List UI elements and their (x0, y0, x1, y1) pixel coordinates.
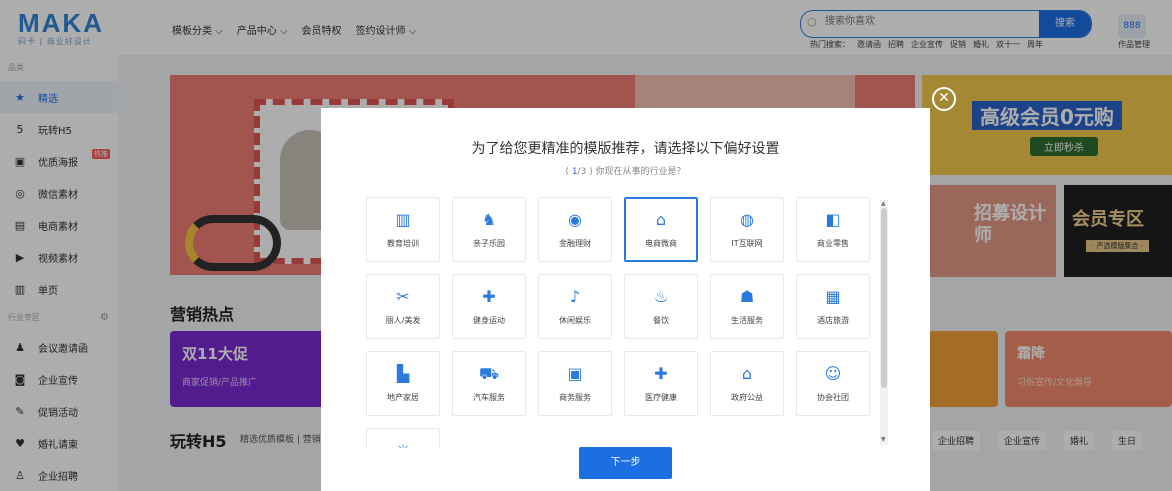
industry-icon: ⌂ (741, 364, 753, 383)
industry-label: 汽车服务 (473, 393, 505, 402)
modal-step: ( 1/3 ) 你现在从事的行业是？ (321, 164, 930, 177)
industry-icon: ◉ (568, 210, 582, 229)
industry-option[interactable]: ✚ 健身运动 (452, 274, 526, 339)
industry-icon: ▦ (825, 287, 841, 306)
industry-option[interactable]: ◉ 金融理财 (538, 197, 612, 262)
industry-label: 商业零售 (817, 239, 849, 248)
industry-icon: ⌂ (655, 210, 667, 229)
industry-option[interactable]: ⛟ 汽车服务 (452, 351, 526, 416)
close-icon[interactable]: ✕ (932, 87, 956, 111)
preference-modal: 为了给您更精准的模版推荐，请选择以下偏好设置 ( 1/3 ) 你现在从事的行业是… (321, 108, 930, 491)
industry-icon: ☗ (739, 287, 755, 306)
scroll-down-icon[interactable]: ▼ (881, 436, 886, 443)
industry-label: 地产家居 (387, 393, 419, 402)
industry-label: 酒店旅游 (817, 316, 849, 325)
industry-option[interactable]: ☗ 生活服务 (710, 274, 784, 339)
industry-option[interactable]: ▣ 商务服务 (538, 351, 612, 416)
industry-icon: ◧ (825, 210, 841, 229)
industry-grid: ▥ 教育培训 ♞ 亲子乐园 ◉ 金融理财 ⌂ 电商微商 ◍ IT互联网 ◧ 商业零售 ✂ 丽人/美发 ✚ 健身… (366, 197, 874, 448)
next-step-button[interactable]: 下一步 (579, 447, 672, 479)
industry-icon: ☼ (393, 441, 413, 448)
industry-icon: ♪ (569, 287, 581, 306)
industry-label: 健身运动 (473, 316, 505, 325)
industry-option[interactable]: ⌂ 电商微商 (624, 197, 698, 262)
industry-option[interactable]: ▦ 酒店旅游 (796, 274, 870, 339)
industry-label: 亲子乐园 (473, 239, 505, 248)
industry-option[interactable]: ♞ 亲子乐园 (452, 197, 526, 262)
industry-icon: ☺ (824, 364, 842, 383)
industry-label: 协会社团 (817, 393, 849, 402)
industry-icon: ✂ (396, 287, 410, 306)
industry-option[interactable]: ⌂ 政府公益 (710, 351, 784, 416)
industry-label: 生活服务 (731, 316, 763, 325)
industry-option[interactable]: ✂ 丽人/美发 (366, 274, 440, 339)
industry-icon: ▣ (567, 364, 583, 383)
industry-label: 电商微商 (645, 239, 677, 248)
step-question: ) 你现在从事的行业是？ (586, 167, 686, 177)
industry-option[interactable]: ▙ 地产家居 (366, 351, 440, 416)
industry-icon: ✚ (482, 287, 496, 306)
industry-icon: ⛟ (479, 364, 500, 383)
industry-label: 休闲娱乐 (559, 316, 591, 325)
industry-icon: ✚ (654, 364, 668, 383)
industry-icon: ♞ (481, 210, 497, 229)
industry-option[interactable]: ◍ IT互联网 (710, 197, 784, 262)
scrollbar[interactable]: ▲ ▼ (880, 200, 888, 445)
scroll-up-icon[interactable]: ▲ (881, 200, 886, 207)
industry-option[interactable]: ☼ (366, 428, 440, 448)
industry-label: IT互联网 (731, 239, 763, 248)
industry-label: 政府公益 (731, 393, 763, 402)
industry-option[interactable]: ☺ 协会社团 (796, 351, 870, 416)
industry-label: 丽人/美发 (385, 316, 421, 325)
industry-label: 餐饮 (653, 316, 669, 325)
step-total: /3 (577, 167, 587, 177)
industry-option[interactable]: ♪ 休闲娱乐 (538, 274, 612, 339)
industry-label: 商务服务 (559, 393, 591, 402)
industry-option[interactable]: ▥ 教育培训 (366, 197, 440, 262)
industry-icon: ▙ (396, 364, 410, 383)
industry-icon: ♨ (653, 287, 669, 306)
industry-icon: ▥ (395, 210, 411, 229)
modal-title: 为了给您更精准的模版推荐，请选择以下偏好设置 (471, 141, 780, 157)
industry-option[interactable]: ✚ 医疗健康 (624, 351, 698, 416)
scrollbar-thumb[interactable] (881, 208, 887, 388)
industry-label: 金融理财 (559, 239, 591, 248)
industry-label: 医疗健康 (645, 393, 677, 402)
industry-icon: ◍ (740, 210, 754, 229)
industry-option[interactable]: ♨ 餐饮 (624, 274, 698, 339)
industry-option[interactable]: ◧ 商业零售 (796, 197, 870, 262)
industry-label: 教育培训 (387, 239, 419, 248)
